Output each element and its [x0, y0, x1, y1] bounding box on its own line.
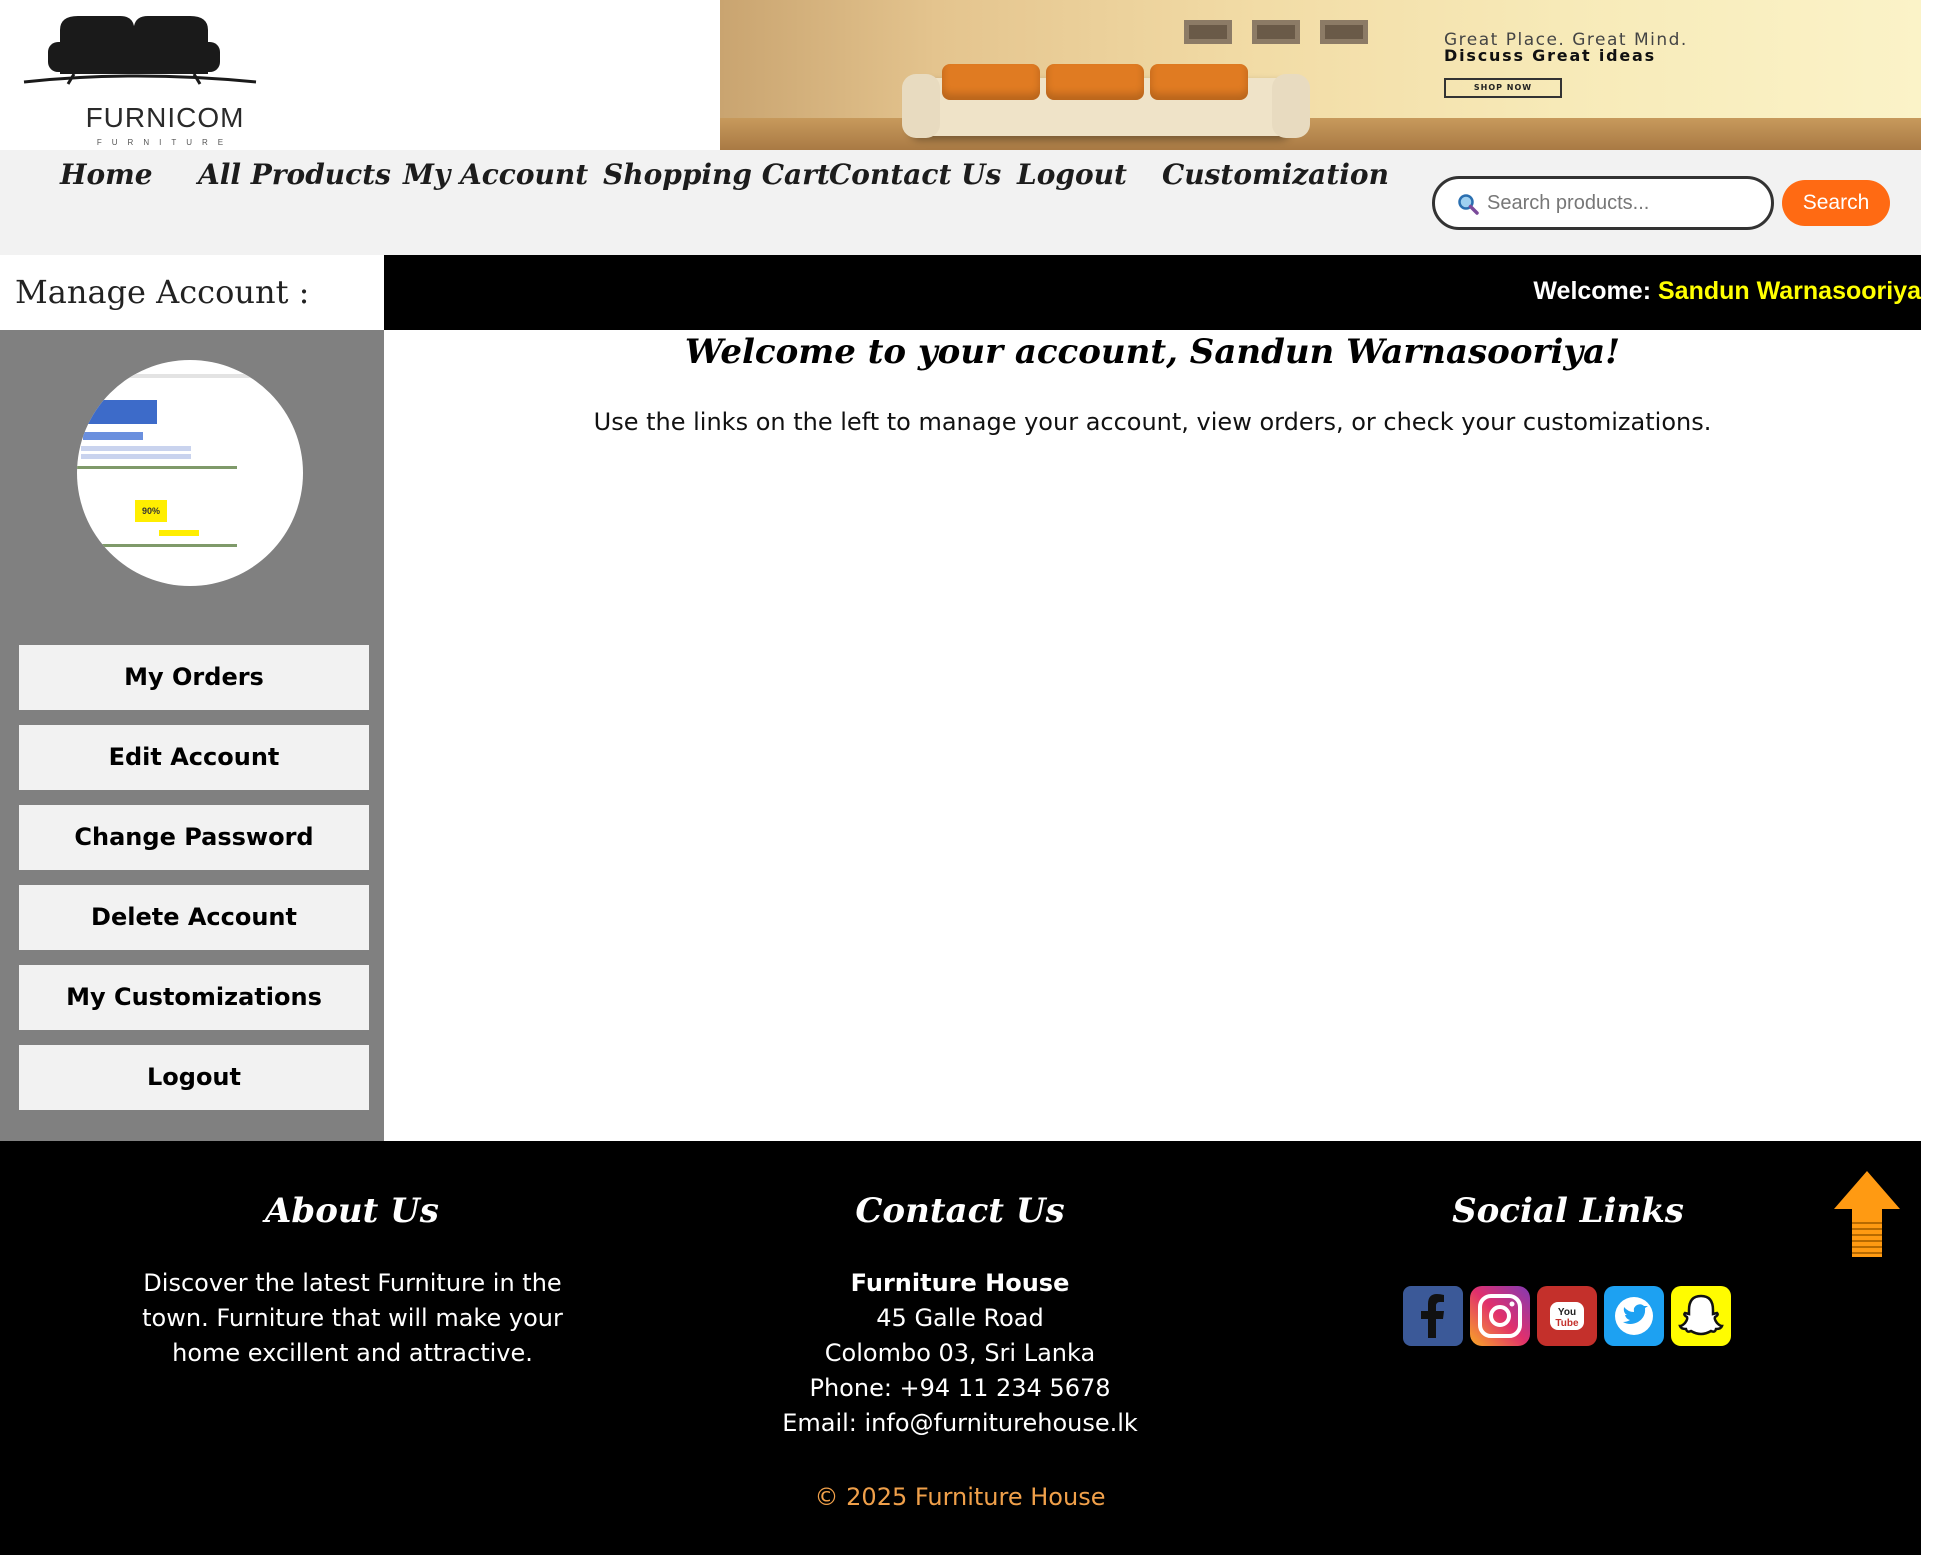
nav-my-account[interactable]: My Account: [403, 158, 588, 191]
contact-email[interactable]: Email: info@furniturehouse.lk: [760, 1406, 1160, 1441]
banner-cushion: [942, 64, 1040, 100]
banner-shelf: [1184, 20, 1232, 44]
banner-cushion: [1046, 64, 1144, 100]
nav-contact-us[interactable]: Contact Us: [829, 158, 1001, 191]
avatar[interactable]: 90%: [77, 360, 303, 586]
footer-about-text: Discover the latest Furniture in the tow…: [142, 1269, 563, 1367]
main-nav: Home All Products My Account Shopping Ca…: [0, 150, 1921, 255]
banner-sofa-arm: [1272, 74, 1310, 138]
page-title: Welcome to your account, Sandun Warnasoo…: [684, 332, 1621, 372]
contact-phone: Phone: +94 11 234 5678: [809, 1374, 1111, 1402]
contact-address-line2: Colombo 03, Sri Lanka: [824, 1339, 1096, 1367]
my-orders-button[interactable]: My Orders: [19, 645, 369, 710]
account-sidebar: 90% My Orders Edit Account Change Passwo…: [0, 330, 384, 1141]
logo-text: FURNICOM: [85, 102, 245, 133]
contact-company-name: Furniture House: [850, 1269, 1070, 1297]
twitter-icon[interactable]: [1604, 1286, 1664, 1346]
search-input[interactable]: [1487, 187, 1757, 219]
change-password-button[interactable]: Change Password: [19, 805, 369, 870]
scroll-to-top-button[interactable]: [1834, 1171, 1900, 1257]
nav-home[interactable]: Home: [60, 158, 153, 191]
welcome-prefix: Welcome:: [1533, 277, 1652, 305]
promo-banner[interactable]: Great Place. Great Mind. Discuss Great i…: [720, 0, 1921, 150]
svg-text:You: You: [1558, 1307, 1576, 1318]
welcome-bar: Welcome: Sandun Warnasooriya: [384, 255, 1921, 330]
delete-account-button[interactable]: Delete Account: [19, 885, 369, 950]
nav-customization[interactable]: Customization: [1162, 158, 1389, 191]
manage-account-label: Manage Account :: [0, 255, 384, 330]
avatar-detail: [87, 374, 287, 378]
footer-social-heading: Social Links: [1452, 1191, 1684, 1231]
banner-shelf: [1320, 20, 1368, 44]
arrow-up-icon: [1834, 1171, 1900, 1257]
banner-sofa-arm: [902, 74, 940, 138]
svg-text:Tube: Tube: [1555, 1318, 1579, 1329]
top-header: FURNICOM FURNITURE Great Place. Great Mi…: [0, 0, 1921, 150]
avatar-badge: 90%: [135, 500, 167, 522]
banner-cushion: [1150, 64, 1248, 100]
page-description: Use the links on the left to manage your…: [593, 408, 1712, 436]
site-footer: About Us Discover the latest Furniture i…: [0, 1141, 1921, 1555]
avatar-detail: [159, 530, 199, 536]
nav-shopping-cart[interactable]: Shopping Cart: [603, 158, 830, 191]
avatar-detail: [77, 466, 237, 469]
search-button[interactable]: Search: [1782, 180, 1890, 226]
sofa-logo-icon: [23, 16, 257, 85]
nav-all-products[interactable]: All Products: [198, 158, 391, 191]
banner-headline: Discuss Great ideas: [1444, 46, 1656, 65]
nav-logout[interactable]: Logout: [1017, 158, 1127, 191]
avatar-detail: [81, 446, 191, 451]
search-icon: [1458, 194, 1479, 215]
avatar-detail: [83, 432, 143, 440]
instagram-icon[interactable]: [1470, 1286, 1530, 1346]
avatar-detail: [77, 550, 107, 560]
welcome-message: Welcome: Sandun Warnasooriya: [1533, 277, 1921, 306]
footer-about-heading: About Us: [265, 1191, 439, 1231]
banner-shelf: [1252, 20, 1300, 44]
snapchat-icon[interactable]: [1671, 1286, 1731, 1346]
footer-contact-block: Furniture House 45 Galle Road Colombo 03…: [760, 1266, 1160, 1441]
avatar-detail: [77, 544, 237, 547]
avatar-detail: [77, 400, 157, 424]
youtube-icon[interactable]: You Tube: [1537, 1286, 1597, 1346]
account-main-content: Welcome to your account, Sandun Warnasoo…: [384, 330, 1921, 1141]
footer-contact-heading: Contact Us: [855, 1191, 1065, 1231]
banner-floor: [720, 118, 1921, 150]
welcome-user-name: Sandun Warnasooriya: [1657, 277, 1921, 305]
contact-address-line1: 45 Galle Road: [876, 1304, 1044, 1332]
brand-logo[interactable]: FURNICOM FURNITURE: [20, 10, 290, 147]
search-box[interactable]: [1432, 176, 1774, 230]
avatar-detail: [81, 454, 191, 459]
logo-subtext: FURNITURE: [96, 138, 234, 147]
shop-now-button[interactable]: SHOP NOW: [1444, 78, 1562, 98]
facebook-icon[interactable]: [1403, 1286, 1463, 1346]
my-customizations-button[interactable]: My Customizations: [19, 965, 369, 1030]
footer-copyright: © 2025 Furniture House: [814, 1483, 1106, 1511]
edit-account-button[interactable]: Edit Account: [19, 725, 369, 790]
sidebar-logout-button[interactable]: Logout: [19, 1045, 369, 1110]
